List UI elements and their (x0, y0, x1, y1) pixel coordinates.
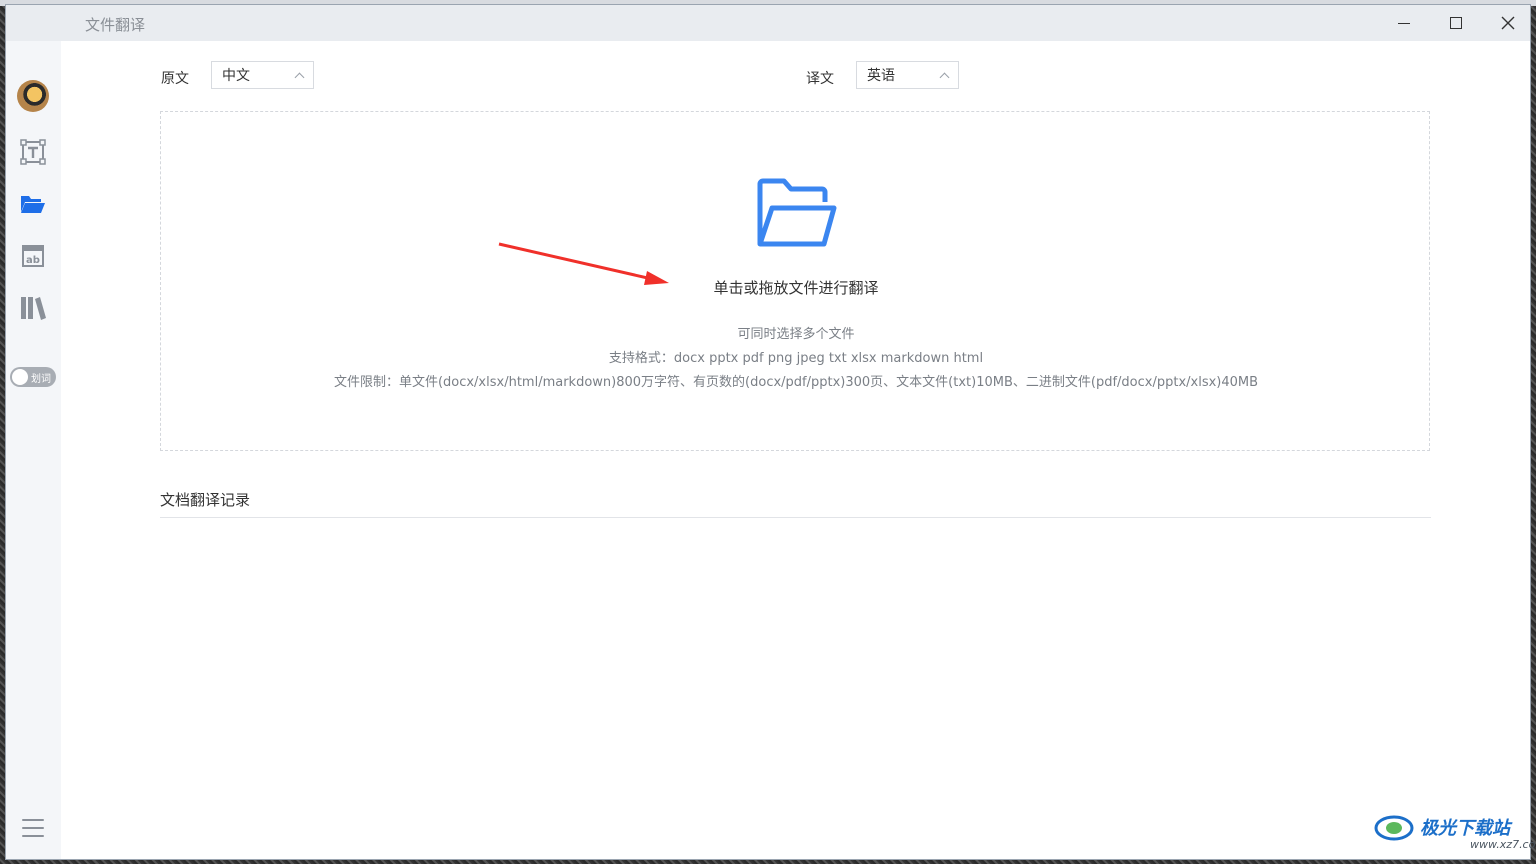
watermark-text: 极光下载站 (1420, 818, 1510, 839)
text-translate-icon (20, 139, 46, 165)
target-language-value: 英语 (867, 68, 895, 84)
minimize-button[interactable] (1378, 5, 1430, 41)
toggle-label: 划词 (31, 373, 51, 385)
multi-select-hint: 可同时选择多个文件 (737, 327, 855, 342)
source-language-label: 原文 (161, 71, 189, 87)
sidebar-item-library[interactable] (18, 293, 48, 323)
maximize-icon (1450, 17, 1462, 29)
open-folder-icon (757, 178, 837, 247)
library-icon (21, 297, 46, 320)
minimize-icon (1398, 22, 1410, 24)
source-language-select[interactable]: 中文 (211, 61, 314, 89)
sidebar: ab 划词 (6, 41, 61, 859)
app-window: 文件翻译 ab 划词 原文 中文 译文 英语 单击或拖放文件进行翻译 可同时选择… (6, 5, 1530, 859)
supported-formats: 支持格式：docx pptx pdf png jpeg txt xlsx mar… (608, 351, 984, 366)
site-watermark: 极光下载站 www.xz7.com (1374, 810, 1536, 851)
image-translate-icon: ab (22, 245, 44, 267)
word-select-toggle[interactable]: 划词 (10, 367, 56, 387)
sidebar-item-file-translate[interactable] (18, 189, 48, 219)
chevron-up-icon (294, 72, 305, 82)
maximize-button[interactable] (1430, 5, 1482, 41)
drop-zone-instruction: 单击或拖放文件进行翻译 (713, 279, 879, 297)
watermark-url: www.xz7.com (1470, 838, 1536, 851)
window-title: 文件翻译 (85, 16, 146, 34)
sidebar-item-text-translate[interactable] (18, 137, 48, 167)
records-divider (160, 517, 1431, 518)
user-avatar[interactable] (17, 80, 49, 112)
target-language-select[interactable]: 英语 (856, 61, 959, 89)
folder-icon (21, 196, 45, 213)
watermark-logo-icon (1374, 815, 1414, 841)
svg-text:ab: ab (26, 255, 40, 266)
source-language-value: 中文 (222, 68, 250, 84)
main-content: 原文 中文 译文 英语 单击或拖放文件进行翻译 可同时选择多个文件 支持格式：d… (61, 41, 1530, 859)
close-button[interactable] (1482, 5, 1530, 41)
records-title: 文档翻译记录 (160, 491, 251, 509)
target-language-label: 译文 (806, 71, 834, 87)
toggle-knob (12, 369, 28, 385)
sidebar-item-image-translate[interactable]: ab (18, 241, 48, 271)
menu-icon[interactable] (22, 819, 44, 837)
chevron-up-icon (939, 72, 950, 82)
file-drop-zone[interactable]: 单击或拖放文件进行翻译 可同时选择多个文件 支持格式：docx pptx pdf… (160, 111, 1430, 451)
title-bar[interactable]: 文件翻译 (6, 5, 1530, 41)
close-icon (1501, 16, 1515, 30)
file-limits: 文件限制：单文件(docx/xlsx/html/markdown)800万字符、… (333, 375, 1259, 390)
